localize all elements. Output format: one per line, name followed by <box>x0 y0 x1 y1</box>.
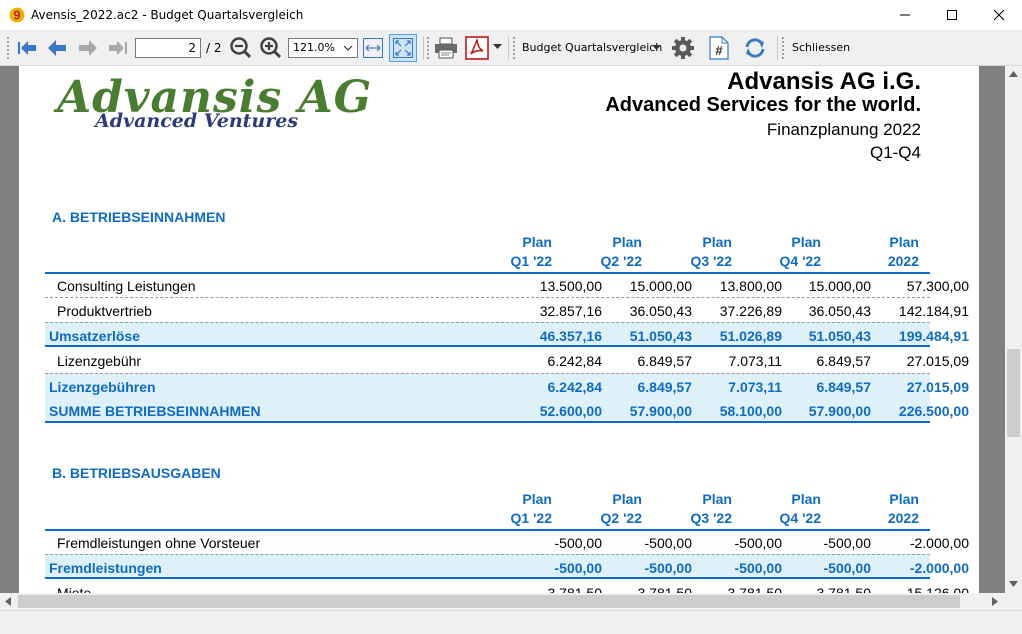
zoom-out-icon <box>230 37 252 59</box>
table-row: Produktvertrieb 32.857,16 36.050,43 37.2… <box>57 303 969 319</box>
chevron-down-icon <box>343 45 353 51</box>
company-slogan: Advanced Services for the world. <box>605 94 921 116</box>
previous-page-icon <box>48 40 66 56</box>
pdf-options-chevron-icon[interactable] <box>493 44 502 50</box>
zoom-select[interactable]: 121.0% <box>288 38 358 58</box>
vertical-scrollbar[interactable] <box>1005 66 1022 593</box>
last-page-button[interactable] <box>105 34 131 62</box>
minimize-button[interactable] <box>882 0 928 30</box>
last-page-icon <box>109 41 127 55</box>
page-numbering-button[interactable]: # <box>706 34 732 62</box>
plan-title: Finanzplanung 2022 <box>766 120 921 139</box>
vertical-scroll-thumb[interactable] <box>1007 349 1020 437</box>
fit-width-icon <box>363 38 383 58</box>
subtotal-row: Umsatzerlöse 46.357,16 51.050,43 51.026,… <box>45 322 969 347</box>
toolbar-grip[interactable] <box>6 36 10 60</box>
scroll-up-icon[interactable] <box>1009 71 1018 77</box>
report-select[interactable]: Budget Quartalsvergleich <box>522 41 662 54</box>
toolbar-separator <box>508 36 509 60</box>
subtotal-row: Lizenzgebühren 6.242,84 6.849,57 7.073,1… <box>45 373 969 398</box>
next-page-icon <box>79 40 97 56</box>
toolbar-grip[interactable] <box>426 36 430 60</box>
fit-page-icon <box>393 38 413 58</box>
column-header-q2: Plan Q2 '22 <box>600 491 642 526</box>
zoom-value: 121.0% <box>293 41 335 54</box>
toolbar-separator <box>423 36 424 60</box>
close-window-button[interactable] <box>976 0 1022 30</box>
maximize-icon <box>947 10 957 20</box>
company-name: Advansis AG i.G. <box>727 68 921 95</box>
hash-document-icon: # <box>709 36 729 60</box>
column-header-q3: Plan Q3 '22 <box>690 491 732 526</box>
close-report-button[interactable]: Schliessen <box>792 41 850 54</box>
print-button[interactable] <box>432 34 460 62</box>
column-header-q1: Plan Q1 '22 <box>510 234 552 269</box>
table-row: Lizenzgebühr 6.242,84 6.849,57 7.073,11 … <box>57 353 969 369</box>
toolbar-separator <box>777 36 778 60</box>
first-page-button[interactable] <box>14 34 40 62</box>
scroll-right-icon[interactable] <box>992 597 998 606</box>
horizontal-scrollbar[interactable] <box>0 593 1005 610</box>
next-page-button[interactable] <box>75 34 101 62</box>
pdf-icon <box>465 36 489 60</box>
toolbar-grip[interactable] <box>512 36 516 60</box>
fit-width-button[interactable] <box>360 34 386 62</box>
minimize-icon <box>900 14 910 16</box>
export-pdf-button[interactable] <box>464 34 490 62</box>
table-row: Miete 3.781,50 3.781,50 3.781,50 3.781,5… <box>57 585 969 593</box>
scroll-left-icon[interactable] <box>5 597 11 606</box>
plan-period: Q1-Q4 <box>869 143 921 162</box>
previous-page-button[interactable] <box>44 34 70 62</box>
zoom-in-icon <box>260 37 282 59</box>
column-header-q2: Plan Q2 '22 <box>600 234 642 269</box>
column-header-q3: Plan Q3 '22 <box>690 234 732 269</box>
column-header-q4: Plan Q4 '22 <box>779 491 821 526</box>
title-bar: 9 Avensis_2022.ac2 - Budget Quartalsverg… <box>0 0 1022 30</box>
report-viewport[interactable]: Advansis AG Advanced Ventures Advansis A… <box>0 66 1005 593</box>
scroll-down-icon[interactable] <box>1009 581 1018 587</box>
chevron-down-icon[interactable] <box>652 45 661 51</box>
svg-text:#: # <box>715 43 723 58</box>
horizontal-scroll-thumb[interactable] <box>18 595 960 608</box>
zoom-out-button[interactable] <box>228 34 254 62</box>
close-icon <box>993 9 1005 21</box>
zoom-in-button[interactable] <box>258 34 284 62</box>
table-row: Consulting Leistungen 13.500,00 15.000,0… <box>45 273 969 298</box>
column-header-q4: Plan Q4 '22 <box>779 234 821 269</box>
svg-text:9: 9 <box>13 8 20 23</box>
refresh-button[interactable] <box>742 34 768 62</box>
maximize-button[interactable] <box>929 0 975 30</box>
total-row: SUMME BETRIEBSEINNAHMEN 52.600,00 57.900… <box>45 398 969 423</box>
gear-icon <box>672 37 694 59</box>
subtotal-row: Fremdleistungen -500,00 -500,00 -500,00 … <box>45 554 969 579</box>
page-number-input[interactable]: 2 <box>135 38 201 58</box>
table-row: Fremdleistungen ohne Vorsteuer -500,00 -… <box>57 535 969 551</box>
column-header-year: Plan 2022 <box>887 491 919 526</box>
fit-page-button[interactable] <box>389 34 417 62</box>
toolbar: 2 / 2 121.0% Budget Quartalsvergleich # … <box>0 30 1022 66</box>
scrollbar-corner <box>1005 593 1022 610</box>
window-title: Avensis_2022.ac2 - Budget Quartalsvergle… <box>31 8 304 22</box>
app-logo-icon: 9 <box>9 7 25 23</box>
page-total: / 2 <box>206 41 222 55</box>
section-title-expenses: B. BETRIEBSAUSGABEN <box>52 465 221 481</box>
refresh-icon <box>745 38 765 58</box>
section-title-revenue: A. BETRIEBSEINNAHMEN <box>52 209 226 225</box>
printer-icon <box>435 37 457 59</box>
settings-button[interactable] <box>670 34 696 62</box>
toolbar-grip[interactable] <box>781 36 785 60</box>
report-page: Advansis AG Advanced Ventures Advansis A… <box>19 66 979 593</box>
status-bar <box>0 610 1022 634</box>
first-page-icon <box>18 41 36 55</box>
column-header-year: Plan 2022 <box>887 234 919 269</box>
company-logo-subtitle: Advanced Ventures <box>95 110 299 132</box>
column-header-q1: Plan Q1 '22 <box>510 491 552 526</box>
